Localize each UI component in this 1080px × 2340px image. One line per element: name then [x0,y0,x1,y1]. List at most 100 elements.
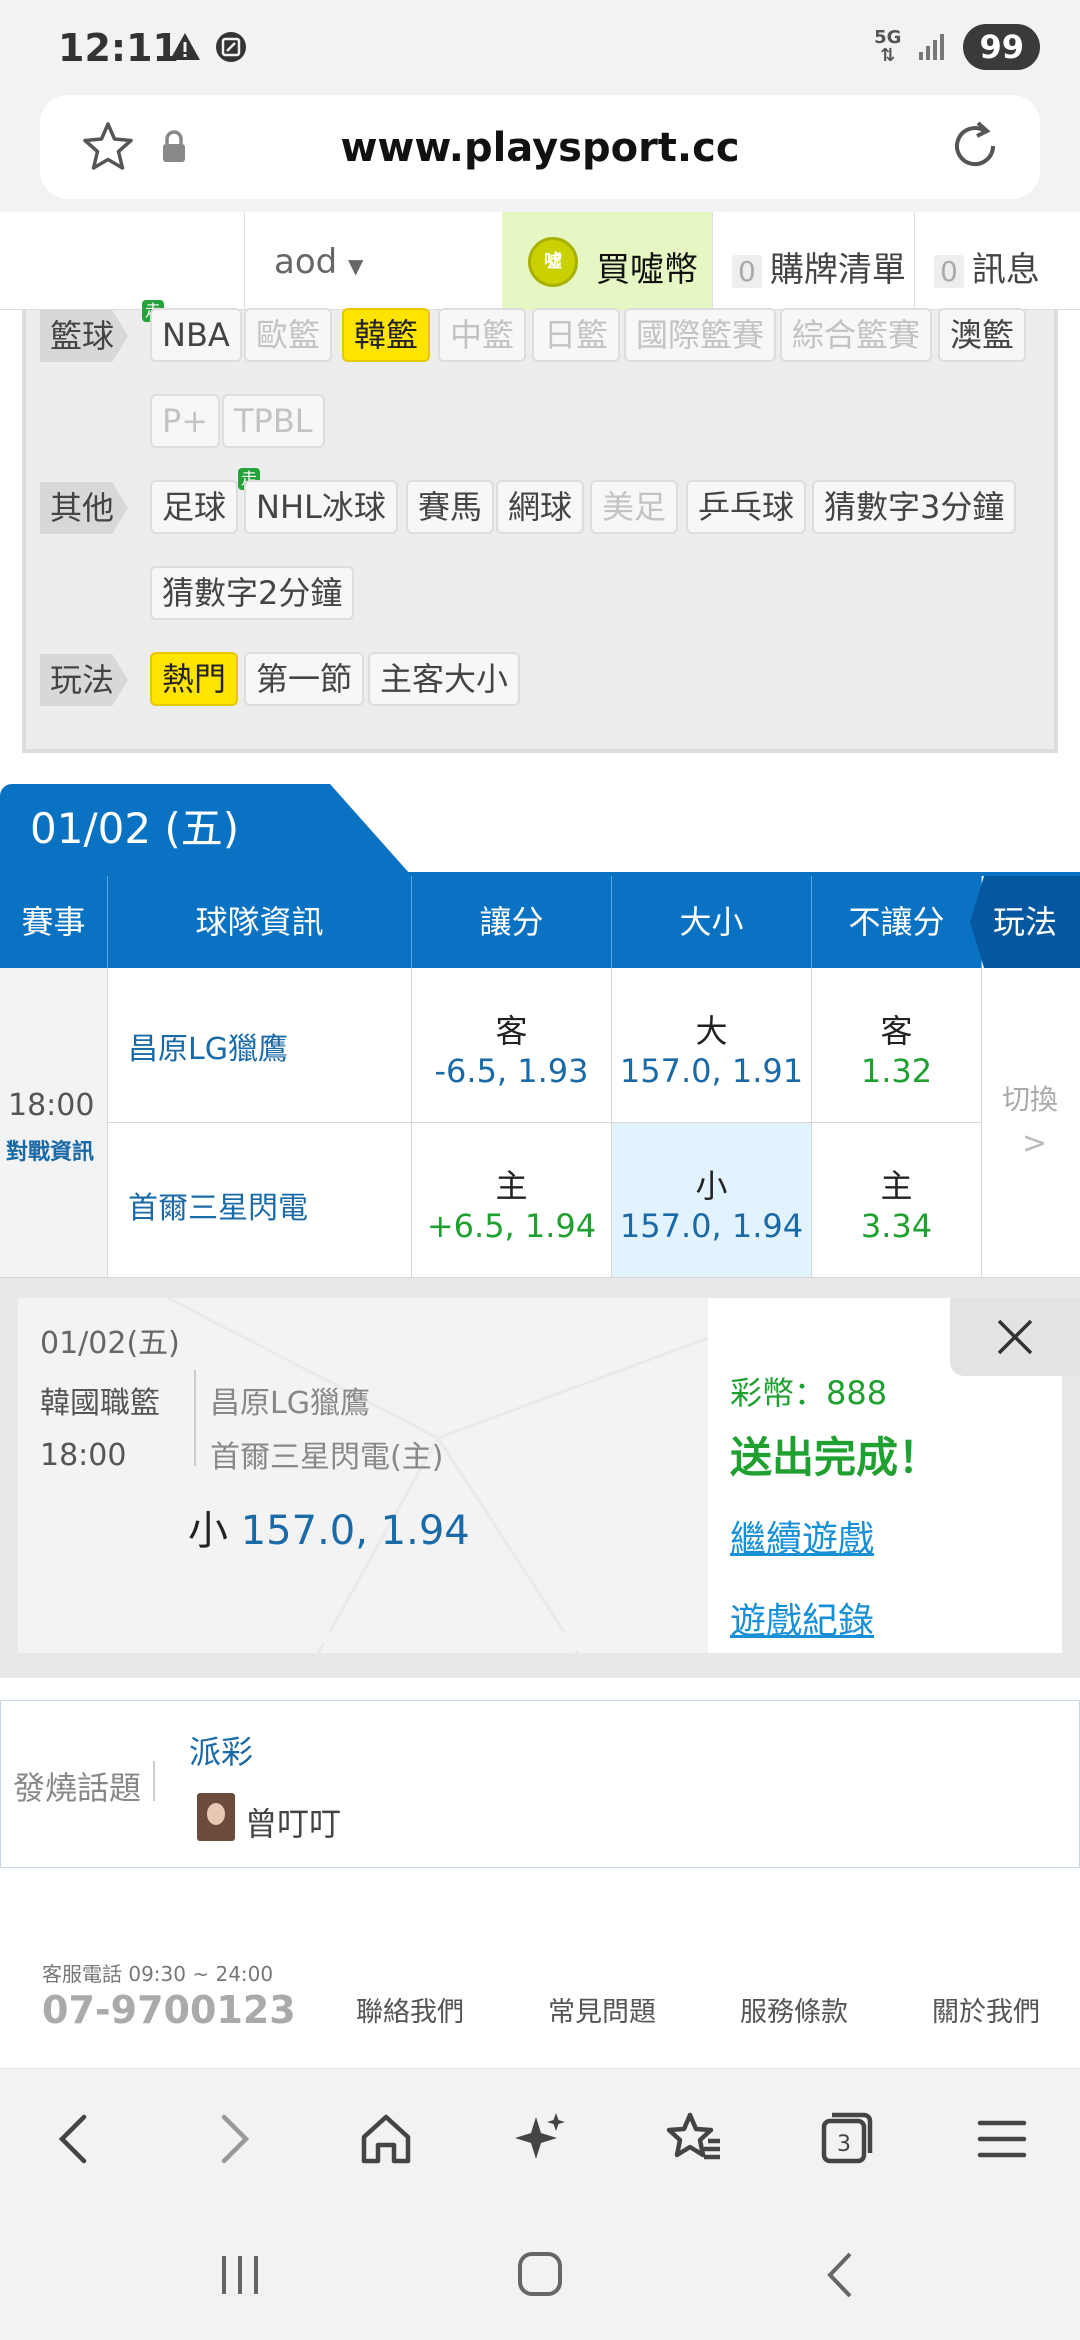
hot-topic-title[interactable]: 派彩 [189,1727,253,1773]
event-time: 18:00 [8,1088,95,1123]
header-event: 賽事 [0,876,108,968]
odds-under-selected[interactable]: 小 157.0, 1.94 [612,1123,812,1278]
odds-label: 主 [495,1167,528,1205]
footer-link-about[interactable]: 關於我們 [932,1990,1040,2029]
coin-icon: 噓 [528,237,578,287]
header-play-type[interactable]: 玩法 [970,876,1080,968]
sparkle-ai-icon[interactable] [510,2109,570,2169]
header-team-info: 球隊資訊 [108,876,412,968]
messages-link[interactable]: 0 訊息 [934,242,1040,291]
chip-horse-racing[interactable]: 賽馬 [406,480,495,534]
odds-away-moneyline[interactable]: 客 1.32 [812,968,982,1123]
chip-home-away-total[interactable]: 主客大小 [368,652,521,706]
system-back-icon[interactable] [812,2250,872,2300]
chip-guess-number-2min[interactable]: 猜數字2分鐘 [150,566,355,620]
odds-home-moneyline[interactable]: 主 3.34 [812,1123,982,1278]
chip-first-quarter[interactable]: 第一節 [244,652,365,706]
service-phone[interactable]: 07-9700123 [42,1988,296,2032]
footer-link-terms[interactable]: 服務條款 [740,1990,848,2029]
odds-away-spread[interactable]: 客 -6.5, 1.93 [412,968,612,1123]
odds-over[interactable]: 大 157.0, 1.91 [612,968,812,1123]
filter-label-other: 其他 [40,482,128,534]
filter-label-play: 玩法 [40,654,128,706]
chip-mixed-basketball[interactable]: 綜合籃賽 [780,308,933,362]
close-ticket-button[interactable] [950,1298,1080,1376]
status-bar: 12:11 5G ⇅ 99 [0,0,1080,95]
ticket-league: 韓國職籃 [40,1386,160,1421]
odds-label: 小 [695,1167,728,1205]
chip-nba[interactable]: NBA [150,308,242,362]
sport-filter-panel: 籃球 走 NBA 歐籃 韓籃 中籃 日籃 國際籃賽 綜合籃賽 澳籃 P+ TPB… [22,300,1058,753]
odds-value: 157.0, 1.91 [619,1052,804,1090]
home-team-name[interactable]: 首爾三星閃電 [128,1183,308,1227]
status-notification-icons [168,30,248,64]
back-icon[interactable] [46,2109,106,2169]
switch-label: 切換 [1002,1083,1059,1116]
avatar [197,1793,235,1841]
chip-american-football[interactable]: 美足 [590,480,679,534]
chip-table-tennis[interactable]: 乒乓球 [686,480,807,534]
odds-label: 大 [695,1012,728,1050]
cart-link[interactable]: 0 購牌清單 [732,242,906,291]
chip-popular[interactable]: 熱門 [150,652,239,706]
odds-home-spread[interactable]: 主 +6.5, 1.94 [412,1123,612,1278]
odds-value: 3.34 [860,1207,933,1245]
tabs-icon[interactable]: 3 [816,2109,876,2169]
chevron-right-icon: > [1022,1126,1048,1161]
header-total: 大小 [612,876,812,968]
bet-value: 157.0, 1.94 [240,1508,470,1554]
url-text: www.playsport.cc [340,125,740,171]
chip-guess-number-3min[interactable]: 猜數字3分鐘 [812,480,1017,534]
odds-label: 客 [880,1012,913,1050]
cart-count: 0 [732,255,762,288]
status-time: 12:11 [58,26,179,70]
game-history-link[interactable]: 遊戲紀錄 [730,1592,874,1644]
matchup-info-link[interactable]: 對戰資訊 [6,1134,94,1166]
nav-divider [244,212,245,310]
system-navigation-bar [0,2208,1080,2340]
reload-icon[interactable] [946,117,1004,175]
footer-link-faq[interactable]: 常見問題 [548,1990,656,2029]
odds-value: -6.5, 1.93 [434,1052,589,1090]
switch-play-button[interactable]: 切換 > [982,968,1080,1278]
address-bar[interactable]: www.playsport.cc [40,95,1040,199]
chip-tpbl[interactable]: TPBL [222,394,325,448]
cart-label: 購牌清單 [769,250,906,290]
site-footer: 客服電話 09:30 ~ 24:00 07-9700123 聯絡我們 常見問題 … [0,1868,1080,2068]
messages-label: 訊息 [971,250,1040,290]
away-team-name[interactable]: 昌原LG獵鷹 [128,1024,288,1068]
home-icon[interactable] [356,2109,416,2169]
chip-tennis[interactable]: 網球 [496,480,585,534]
odds-value: 1.32 [860,1052,933,1090]
recent-apps-icon[interactable] [210,2250,270,2300]
chip-japan-basketball[interactable]: 日籃 [532,308,621,362]
chip-soccer[interactable]: 足球 [150,480,239,534]
continue-game-link[interactable]: 繼續遊戲 [730,1510,874,1562]
chip-korea-basketball[interactable]: 韓籃 [342,308,431,362]
hot-topics-label: 發燒話題 [13,1769,142,1807]
home-team-cell: 首爾三星閃電 [108,1123,412,1278]
warning-icon [170,33,200,60]
chip-nhl[interactable]: NHL冰球 [244,480,398,534]
odds-label: 客 [495,1012,528,1050]
chip-aus-basketball[interactable]: 澳籃 [938,308,1027,362]
home-button-icon[interactable] [510,2250,570,2300]
menu-icon[interactable] [972,2109,1032,2169]
footer-link-contact[interactable]: 聯絡我們 [356,1990,464,2029]
header-spread: 讓分 [412,876,612,968]
chip-euro-basketball[interactable]: 歐籃 [244,308,333,362]
chip-p-plus[interactable]: P+ [150,394,221,448]
buy-coin-button[interactable]: 噓 買噓幣 [502,212,712,310]
ticket-team-home: 首爾三星閃電(主) [210,1440,444,1475]
hot-topic-user[interactable]: 曾叮叮 [245,1799,341,1845]
service-hours-label: 客服電話 09:30 ~ 24:00 [42,1962,274,1986]
bookmarks-icon[interactable] [664,2109,724,2169]
event-time-cell: 18:00 對戰資訊 [0,968,108,1278]
odds-value: +6.5, 1.94 [426,1207,597,1245]
away-team-cell: 昌原LG獵鷹 [108,968,412,1123]
forward-icon[interactable] [202,2109,262,2169]
chip-china-basketball[interactable]: 中籃 [438,308,527,362]
user-menu[interactable]: aod ▼ [274,242,363,282]
submit-done-message: 送出完成！ [730,1433,941,1482]
chip-intl-basketball[interactable]: 國際籃賽 [624,308,777,362]
